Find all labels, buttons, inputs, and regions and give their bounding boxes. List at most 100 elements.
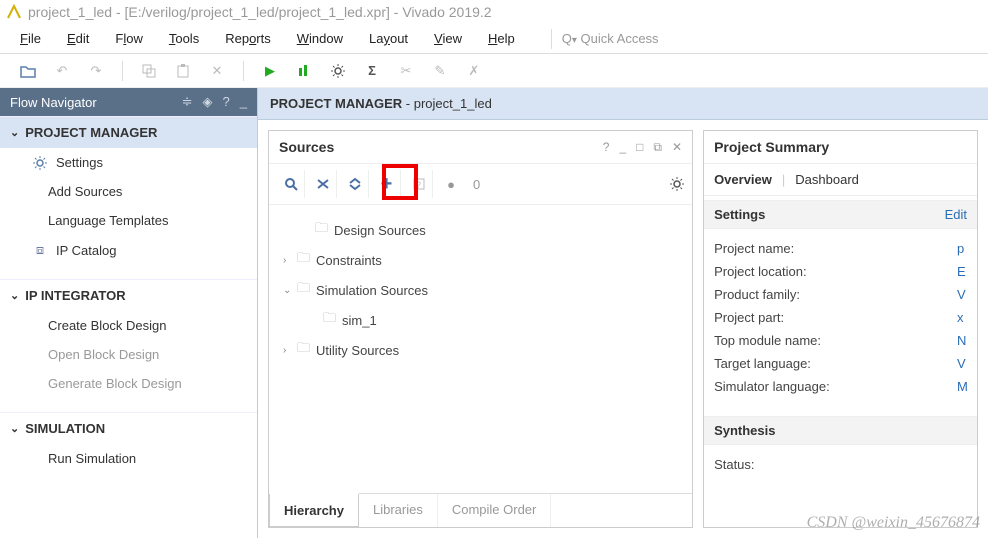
nav-group-simulation[interactable]: ⌄ SIMULATION xyxy=(0,412,257,444)
separator xyxy=(122,61,123,81)
sources-count: 0 xyxy=(473,177,480,192)
menu-file[interactable]: File xyxy=(20,31,41,46)
chevron-down-icon: ⌄ xyxy=(10,422,19,435)
project-manager-body: Sources ? _ □ ⧉ ✕ xyxy=(258,120,988,538)
pin-icon[interactable]: ◈ xyxy=(203,94,213,110)
highlight-icon[interactable]: ✎ xyxy=(432,63,448,79)
svg-text:?: ? xyxy=(416,180,421,190)
synthesis-section-header: Synthesis xyxy=(704,416,977,445)
tab-compile-order[interactable]: Compile Order xyxy=(438,494,552,527)
nav-generate-block-design: Generate Block Design xyxy=(0,369,257,398)
menu-window[interactable]: Window xyxy=(297,31,343,46)
add-sources-icon[interactable]: + xyxy=(373,170,401,198)
chevron-down-icon: ⌄ xyxy=(10,126,19,139)
float-icon[interactable]: ⧉ xyxy=(653,140,662,155)
chevron-down-icon: ⌄ xyxy=(283,285,297,296)
nav-add-sources[interactable]: Add Sources xyxy=(0,177,257,206)
nav-group-project-manager[interactable]: ⌄ PROJECT MANAGER xyxy=(0,116,257,148)
sources-bottom-tabs: Hierarchy Libraries Compile Order xyxy=(269,493,692,527)
sources-panel-header: Sources ? _ □ ⧉ ✕ xyxy=(269,131,692,164)
redo-icon[interactable]: ↷ xyxy=(88,63,104,79)
maximize-icon[interactable]: □ xyxy=(636,140,643,155)
help-icon[interactable]: ? xyxy=(223,94,230,110)
tree-label: Constraints xyxy=(316,253,382,268)
menu-reports[interactable]: Reports xyxy=(225,31,271,46)
sources-panel: Sources ? _ □ ⧉ ✕ xyxy=(268,130,693,528)
chevron-right-icon: › xyxy=(283,345,297,356)
collapse-icon[interactable]: ≑ xyxy=(182,94,193,110)
tab-overview[interactable]: Overview xyxy=(714,172,772,187)
search-icon[interactable] xyxy=(277,170,305,198)
project-summary-header: Project Summary xyxy=(704,131,977,164)
separator xyxy=(243,61,244,81)
ip-icon: ⧈ xyxy=(32,242,48,258)
folder-icon: 🗀 xyxy=(315,219,328,241)
tab-dashboard[interactable]: Dashboard xyxy=(795,172,859,187)
project-manager-header: PROJECT MANAGER - project_1_led xyxy=(258,88,988,120)
help-icon[interactable]: ? xyxy=(603,140,610,155)
timing-icon[interactable] xyxy=(296,63,312,79)
flow-navigator-header: Flow Navigator ≑ ◈ ? _ xyxy=(0,88,257,116)
nav-create-block-design[interactable]: Create Block Design xyxy=(0,311,257,340)
delete-icon[interactable]: ✕ xyxy=(209,63,225,79)
edit-link[interactable]: Edit xyxy=(945,207,967,222)
menu-tools[interactable]: Tools xyxy=(169,31,199,46)
section-title: Synthesis xyxy=(714,423,775,438)
run-icon[interactable]: ▶ xyxy=(262,63,278,79)
cut-icon[interactable]: ✂ xyxy=(398,63,414,79)
titlebar: project_1_led - [E:/verilog/project_1_le… xyxy=(0,0,988,24)
pm-header-prefix: PROJECT MANAGER xyxy=(270,96,402,111)
separator xyxy=(551,29,552,49)
unknown-icon[interactable]: ✗ xyxy=(466,63,482,79)
sources-tree[interactable]: 🗀 Design Sources › 🗀 Constraints ⌄ 🗀 Sim… xyxy=(269,205,692,493)
show-top-icon[interactable]: ? xyxy=(405,170,433,198)
nav-language-templates[interactable]: Language Templates xyxy=(0,206,257,235)
row-project-name: Project name:p xyxy=(714,237,967,260)
nav-open-block-design: Open Block Design xyxy=(0,340,257,369)
sigma-icon[interactable]: Σ xyxy=(364,63,380,79)
close-icon[interactable]: ✕ xyxy=(672,140,682,155)
tree-design-sources[interactable]: 🗀 Design Sources xyxy=(283,215,678,245)
filter-icon[interactable]: ● xyxy=(437,170,465,198)
nav-item-label: Add Sources xyxy=(48,184,122,199)
minimize-icon[interactable]: _ xyxy=(240,94,247,110)
project-summary-tabs: Overview | Dashboard xyxy=(704,164,977,196)
copy-icon[interactable] xyxy=(141,63,157,79)
nav-settings[interactable]: Settings xyxy=(0,148,257,177)
nav-run-simulation[interactable]: Run Simulation xyxy=(0,444,257,473)
tree-constraints[interactable]: › 🗀 Constraints xyxy=(283,245,678,275)
menu-flow[interactable]: Flow xyxy=(115,31,142,46)
collapse-all-icon[interactable] xyxy=(309,170,337,198)
flow-navigator-title: Flow Navigator xyxy=(10,95,97,110)
nav-item-label: Settings xyxy=(56,155,103,170)
menu-edit[interactable]: Edit xyxy=(67,31,89,46)
undo-icon[interactable]: ↶ xyxy=(54,63,70,79)
menu-view[interactable]: View xyxy=(434,31,462,46)
panel-settings-icon[interactable] xyxy=(670,177,684,191)
nav-item-label: IP Catalog xyxy=(56,243,116,258)
nav-group-ip-integrator[interactable]: ⌄ IP INTEGRATOR xyxy=(0,279,257,311)
open-icon[interactable] xyxy=(20,63,36,79)
menu-help[interactable]: Help xyxy=(488,31,515,46)
row-project-part: Project part:x xyxy=(714,306,967,329)
tree-simulation-sources[interactable]: ⌄ 🗀 Simulation Sources xyxy=(283,275,678,305)
main-area: Flow Navigator ≑ ◈ ? _ ⌄ PROJECT MANAGER… xyxy=(0,88,988,538)
menu-layout[interactable]: Layout xyxy=(369,31,408,46)
tree-label: sim_1 xyxy=(342,313,377,328)
expand-all-icon[interactable] xyxy=(341,170,369,198)
pm-header-suffix: - project_1_led xyxy=(402,96,492,111)
minimize-icon[interactable]: _ xyxy=(619,140,626,155)
paste-icon[interactable] xyxy=(175,63,191,79)
tab-hierarchy[interactable]: Hierarchy xyxy=(269,493,359,527)
nav-ip-catalog[interactable]: ⧈ IP Catalog xyxy=(0,235,257,265)
tab-libraries[interactable]: Libraries xyxy=(359,494,438,527)
settings-section-header: Settings Edit xyxy=(704,200,977,229)
nav-item-label: Open Block Design xyxy=(48,347,159,362)
quick-access-input[interactable]: Q▾ Quick Access xyxy=(562,31,968,46)
tree-sim-1[interactable]: 🗀 sim_1 xyxy=(283,305,678,335)
synthesis-section-body: Status: xyxy=(704,445,977,484)
tree-utility-sources[interactable]: › 🗀 Utility Sources xyxy=(283,335,678,365)
nav-item-label: Language Templates xyxy=(48,213,168,228)
gear-icon xyxy=(32,156,48,170)
settings-icon[interactable] xyxy=(330,63,346,79)
